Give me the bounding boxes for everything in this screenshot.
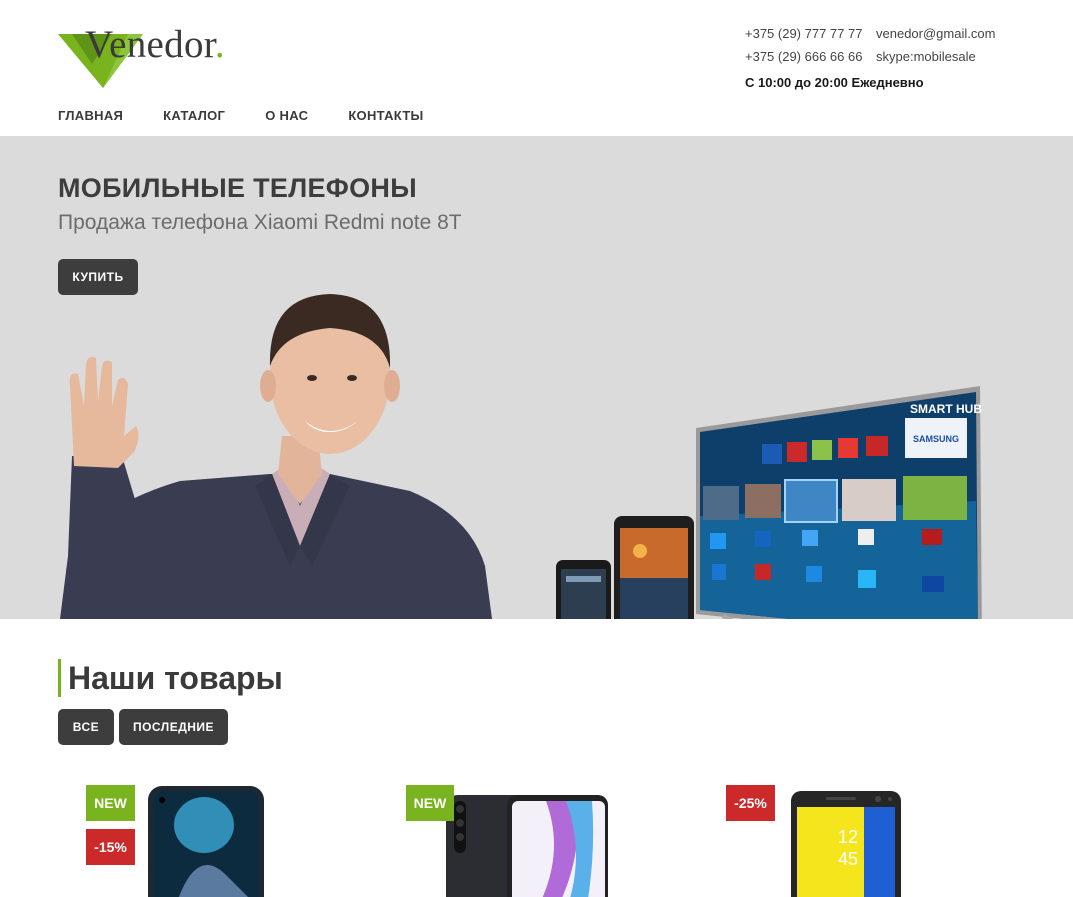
smartphone-image xyxy=(556,560,611,619)
product-card-1[interactable]: NEW -15% xyxy=(86,785,336,897)
nav-item-contacts[interactable]: КОНТАКТЫ xyxy=(348,108,423,123)
badge-new: NEW xyxy=(406,785,454,821)
tv-brand-text: SMART HUB xyxy=(910,402,982,416)
svg-text:12: 12 xyxy=(838,827,858,847)
hero-illustration: SMART HUB SAMSUNG xyxy=(60,294,982,619)
phone-2[interactable]: +375 (29) 666 66 66 xyxy=(745,49,876,72)
man-image xyxy=(60,294,492,619)
svg-text:45: 45 xyxy=(838,849,858,869)
hero-banner: SMART HUB SAMSUNG МОБИЛЬНЫЕ ТЕЛЕФОНЫ Про… xyxy=(0,136,1073,619)
smart-tv-image: SMART HUB SAMSUNG xyxy=(696,386,982,619)
site-header: Venedor. +375 (29) 777 77 77 venedor@gma… xyxy=(0,0,1073,136)
tv-logo-text: SAMSUNG xyxy=(913,434,959,444)
badge-new: NEW xyxy=(86,785,135,821)
hero-subtitle: Продажа телефона Xiaomi Redmi note 8T xyxy=(58,211,462,234)
badge-discount: -25% xyxy=(726,785,775,821)
working-hours: С 10:00 до 20:00 Ежедневно xyxy=(745,75,924,90)
section-title: Наши товары xyxy=(58,659,283,697)
contact-block: +375 (29) 777 77 77 venedor@gmail.com +3… xyxy=(745,26,995,90)
logo-text: Venedor. xyxy=(85,23,225,66)
product-card-3[interactable]: 12 45 -25% xyxy=(726,785,976,897)
products-section: Наши товары ВСЕ ПОСЛЕДНИЕ NEW -15% NEW 1… xyxy=(0,619,1073,897)
product-card-2[interactable]: NEW xyxy=(406,785,656,897)
tablet-image xyxy=(614,516,694,619)
nav-item-catalog[interactable]: КАТАЛОГ xyxy=(163,108,225,123)
site-logo[interactable]: Venedor. xyxy=(58,22,258,92)
badge-discount: -15% xyxy=(86,829,135,865)
filter-all-button[interactable]: ВСЕ xyxy=(58,709,114,745)
nav-item-home[interactable]: ГЛАВНАЯ xyxy=(58,108,123,123)
main-nav: ГЛАВНАЯ КАТАЛОГ О НАС КОНТАКТЫ xyxy=(58,108,464,123)
buy-button[interactable]: КУПИТЬ xyxy=(58,259,138,295)
nav-item-about[interactable]: О НАС xyxy=(265,108,308,123)
email-link[interactable]: venedor@gmail.com xyxy=(876,26,995,49)
hero-title: МОБИЛЬНЫЕ ТЕЛЕФОНЫ xyxy=(58,173,417,203)
phone-1[interactable]: +375 (29) 777 77 77 xyxy=(745,26,876,49)
filter-latest-button[interactable]: ПОСЛЕДНИЕ xyxy=(119,709,228,745)
skype-link[interactable]: skype:mobilesale xyxy=(876,49,976,72)
